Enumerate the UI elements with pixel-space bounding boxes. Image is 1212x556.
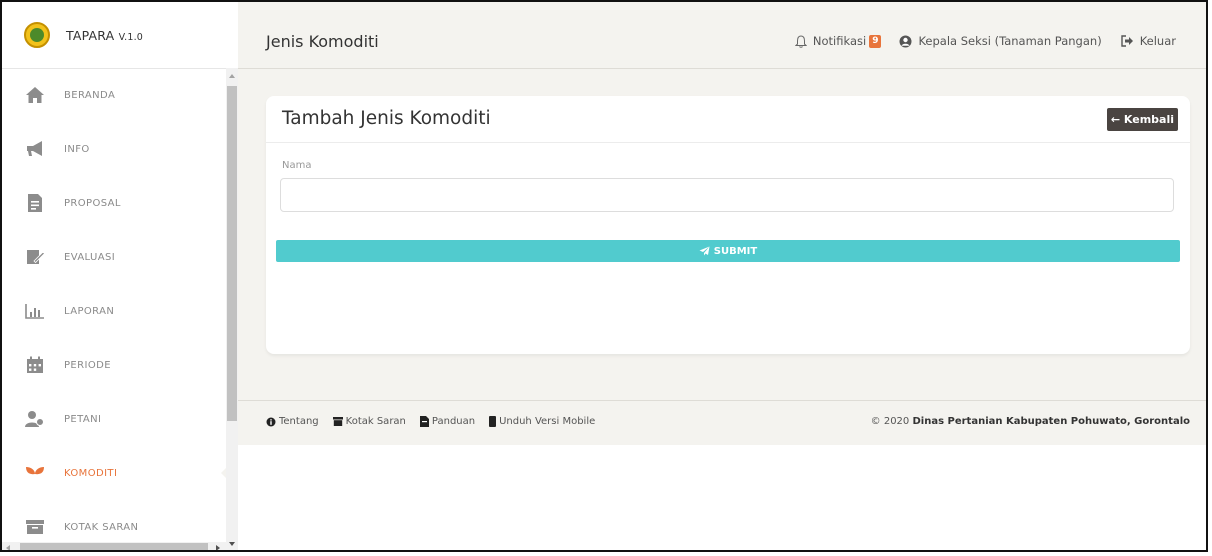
scroll-up-arrow-icon[interactable] [229, 74, 235, 78]
submit-label: SUBMIT [713, 245, 758, 257]
footer-links: Tentang Kotak Saran Panduan Unduh Versi … [266, 416, 609, 427]
back-button[interactable]: ← Kembali [1106, 108, 1178, 131]
logout-link[interactable]: Keluar [1120, 34, 1176, 48]
sidebar-horizontal-scrollbar[interactable] [2, 542, 226, 550]
sidebar-menu: BERANDA INFO PROPOSAL EVALUASI LAPORAN P… [2, 68, 236, 550]
copyright-prefix: © 2020 [870, 416, 913, 427]
pdf-file-icon [419, 416, 429, 427]
nama-field-label: Nama [282, 160, 312, 171]
sidebar-item-label: EVALUASI [64, 251, 116, 263]
sidebar-item-label: KOMODITI [64, 467, 118, 479]
notifications-count-badge: 9 [869, 34, 882, 48]
footer-link-tentang[interactable]: Tentang [266, 416, 319, 427]
calendar-icon [24, 354, 46, 376]
sidebar-item-periode[interactable]: PERIODE [2, 338, 226, 392]
sign-out-icon [1120, 35, 1133, 47]
sidebar-item-info[interactable]: INFO [2, 122, 226, 176]
form-card: Tambah Jenis Komoditi ← Kembali Nama SUB… [266, 96, 1190, 354]
sidebar-item-label: KOTAK SARAN [64, 521, 139, 533]
card-title: Tambah Jenis Komoditi [282, 108, 491, 129]
footer: Tentang Kotak Saran Panduan Unduh Versi … [238, 400, 1206, 445]
user-label: Kepala Seksi (Tanaman Pangan) [918, 34, 1102, 48]
sidebar-item-komoditi[interactable]: KOMODITI [2, 446, 236, 500]
copyright-org: Dinas Pertanian Kabupaten Pohuwato, Goro… [912, 416, 1190, 427]
megaphone-icon [24, 138, 46, 160]
mobile-phone-icon [489, 416, 497, 427]
scroll-right-arrow-icon[interactable] [216, 545, 220, 550]
footer-link-label: Kotak Saran [345, 416, 406, 427]
logo-emblem-icon [24, 22, 50, 48]
bell-icon [794, 34, 807, 48]
sidebar-item-laporan[interactable]: LAPORAN [2, 284, 226, 338]
brand-title: TAPARA [66, 27, 115, 43]
app-window: TAPARA V.1.0 BERANDA INFO PROPOSAL EVALU… [0, 0, 1208, 552]
sidebar-item-label: PETANI [64, 413, 102, 425]
sidebar-item-label: BERANDA [64, 89, 116, 101]
copyright: © 2020 Dinas Pertanian Kabupaten Pohuwat… [871, 416, 1190, 427]
paper-plane-icon [699, 246, 710, 256]
sidebar-item-petani[interactable]: PETANI [2, 392, 226, 446]
blank-area [238, 445, 1206, 550]
scrollbar-thumb[interactable] [227, 86, 237, 421]
top-nav: Notifikasi 9 Kepala Seksi (Tanaman Panga… [777, 34, 1176, 48]
bar-chart-icon [24, 300, 46, 322]
footer-link-label: Tentang [279, 416, 319, 427]
notifications-label: Notifikasi [812, 34, 867, 48]
scroll-left-arrow-icon[interactable] [6, 545, 10, 550]
submit-button[interactable]: SUBMIT [276, 240, 1180, 262]
user-circle-icon [899, 35, 912, 47]
sidebar-item-beranda[interactable]: BERANDA [2, 68, 226, 122]
page-title: Jenis Komoditi [266, 32, 379, 51]
main-content: Jenis Komoditi Notifikasi 9 Kepala Seksi… [238, 2, 1206, 550]
brand-version: V.1.0 [118, 31, 144, 43]
scrollbar-thumb[interactable] [20, 543, 208, 550]
document-icon [24, 192, 46, 214]
footer-link-label: Panduan [431, 416, 476, 427]
sidebar-item-label: PROPOSAL [64, 197, 121, 209]
home-icon [24, 84, 46, 106]
sidebar-item-proposal[interactable]: PROPOSAL [2, 176, 226, 230]
nama-input[interactable] [280, 178, 1174, 212]
sidebar: TAPARA V.1.0 BERANDA INFO PROPOSAL EVALU… [2, 2, 239, 550]
user-profile-link[interactable]: Kepala Seksi (Tanaman Pangan) [899, 34, 1102, 48]
footer-link-unduh-mobile[interactable]: Unduh Versi Mobile [489, 416, 595, 427]
sidebar-item-label: INFO [64, 143, 90, 155]
footer-link-kotak-saran[interactable]: Kotak Saran [332, 416, 406, 427]
sprout-icon [24, 462, 46, 484]
card-header: Tambah Jenis Komoditi ← Kembali [266, 96, 1190, 143]
info-circle-icon [266, 417, 276, 426]
sidebar-vertical-scrollbar[interactable] [226, 68, 238, 550]
notifications-link[interactable]: Notifikasi 9 [794, 34, 882, 48]
topbar: Jenis Komoditi Notifikasi 9 Kepala Seksi… [238, 2, 1206, 69]
brand[interactable]: TAPARA V.1.0 [2, 2, 226, 69]
footer-link-panduan[interactable]: Panduan [419, 416, 476, 427]
users-icon [24, 408, 46, 430]
sidebar-item-label: LAPORAN [64, 305, 115, 317]
signature-icon [24, 246, 46, 268]
logout-label: Keluar [1139, 34, 1176, 48]
sidebar-item-evaluasi[interactable]: EVALUASI [2, 230, 226, 284]
archive-icon [332, 417, 343, 426]
scroll-down-arrow-icon[interactable] [229, 542, 235, 546]
brand-name: TAPARA V.1.0 [66, 28, 143, 43]
sidebar-item-label: PERIODE [64, 359, 111, 371]
footer-link-label: Unduh Versi Mobile [499, 416, 596, 427]
inbox-icon [24, 516, 46, 538]
